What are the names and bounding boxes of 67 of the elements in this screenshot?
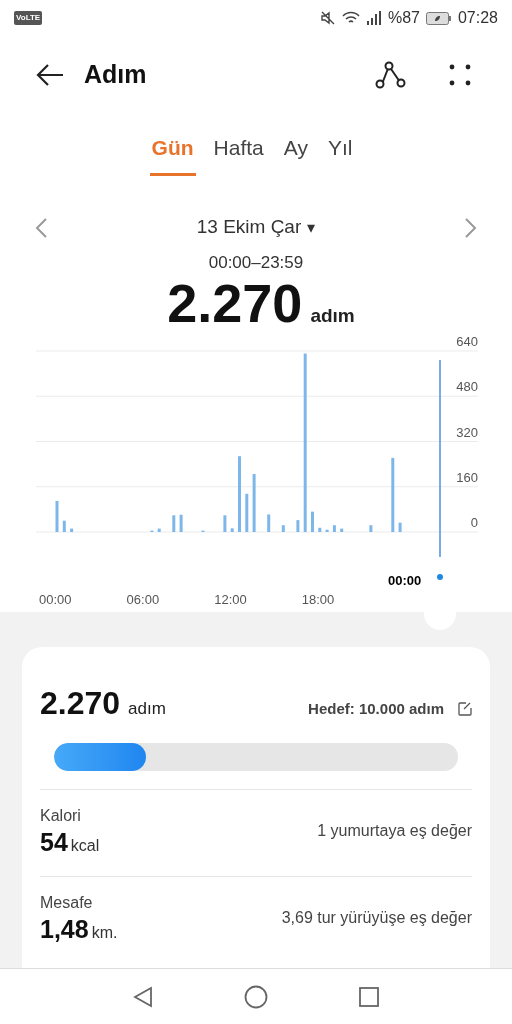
step-bar — [398, 522, 402, 532]
step-bar — [332, 525, 336, 532]
dropdown-caret[interactable]: ▾ — [307, 215, 316, 240]
metric-value: 54 — [40, 828, 68, 856]
metric-equivalent: 1 yumurtaya eş değer — [317, 821, 472, 841]
step-bar — [281, 525, 285, 532]
x-axis-label: 00:00 — [39, 593, 72, 606]
x-axis-label: 06:00 — [126, 593, 160, 606]
period-tab[interactable]: Hafta — [211, 132, 266, 176]
wifi-icon — [341, 11, 360, 25]
step-total: 2.270 — [167, 272, 303, 335]
metric-value: 1,48 — [40, 915, 89, 943]
step-bar — [369, 525, 373, 532]
chevron-left-icon[interactable] — [34, 216, 48, 239]
mute-icon — [319, 10, 336, 26]
time-range: 00:00–23:59 — [208, 251, 304, 274]
network-badge: VoLTE — [14, 11, 43, 25]
nav-back-icon[interactable] — [132, 985, 154, 1008]
step-bar — [157, 528, 161, 532]
y-axis-label: 0 — [470, 516, 478, 529]
step-bar — [325, 529, 329, 532]
metric-label: Mesafe — [40, 893, 94, 913]
page-title: Adım — [84, 59, 148, 91]
period-tab[interactable]: Ay — [281, 132, 310, 176]
x-axis-label: 18:00 — [301, 593, 335, 606]
battery-icon — [425, 11, 452, 25]
y-axis-label: 640 — [456, 335, 478, 348]
period-tab[interactable]: Yıl — [325, 132, 355, 176]
step-bar — [179, 514, 183, 532]
battery-percent: %87 — [387, 8, 420, 28]
x-axis-label: 12:00 — [214, 593, 247, 606]
nav-recents-icon[interactable] — [358, 985, 380, 1008]
chevron-right-icon[interactable] — [464, 216, 478, 239]
step-count-unit: adım — [128, 698, 166, 720]
signal-icon — [365, 11, 382, 25]
step-bar — [340, 528, 344, 532]
step-bar — [62, 520, 66, 532]
metric-label: Kalori — [40, 806, 82, 826]
step-bar — [318, 527, 322, 532]
date-label[interactable]: 13 Ekim Çar — [196, 213, 302, 242]
step-bar — [172, 515, 176, 532]
cursor-time-label: 00:00 — [388, 574, 422, 587]
more-dots-icon — [448, 63, 472, 87]
step-bar — [252, 474, 256, 532]
step-bar — [296, 520, 300, 532]
step-bar — [70, 528, 74, 532]
y-axis-label: 320 — [456, 425, 478, 439]
cursor-dot — [437, 574, 443, 580]
y-axis-label: 480 — [456, 380, 478, 394]
step-bar — [245, 493, 249, 532]
y-axis-label: 160 — [456, 470, 478, 484]
nav-home-icon[interactable] — [244, 984, 268, 1009]
back-arrow-icon — [35, 63, 65, 87]
metric-unit: km. — [91, 923, 118, 943]
goal-label: Hedef: 10.000 adım — [308, 699, 444, 719]
edit-icon[interactable] — [458, 702, 472, 717]
metric-equivalent: 3,69 tur yürüyüşe eş değer — [281, 908, 472, 928]
step-bar — [267, 514, 271, 532]
step-bar — [55, 500, 59, 532]
step-unit: adım — [310, 304, 355, 328]
step-bar — [311, 511, 314, 532]
step-bar — [230, 528, 234, 532]
connected-nodes-icon — [374, 60, 406, 90]
step-count: 2.270 — [40, 684, 121, 723]
metric-unit: kcal — [70, 836, 100, 856]
step-bar — [223, 515, 227, 532]
clock: 07:28 — [457, 8, 498, 28]
